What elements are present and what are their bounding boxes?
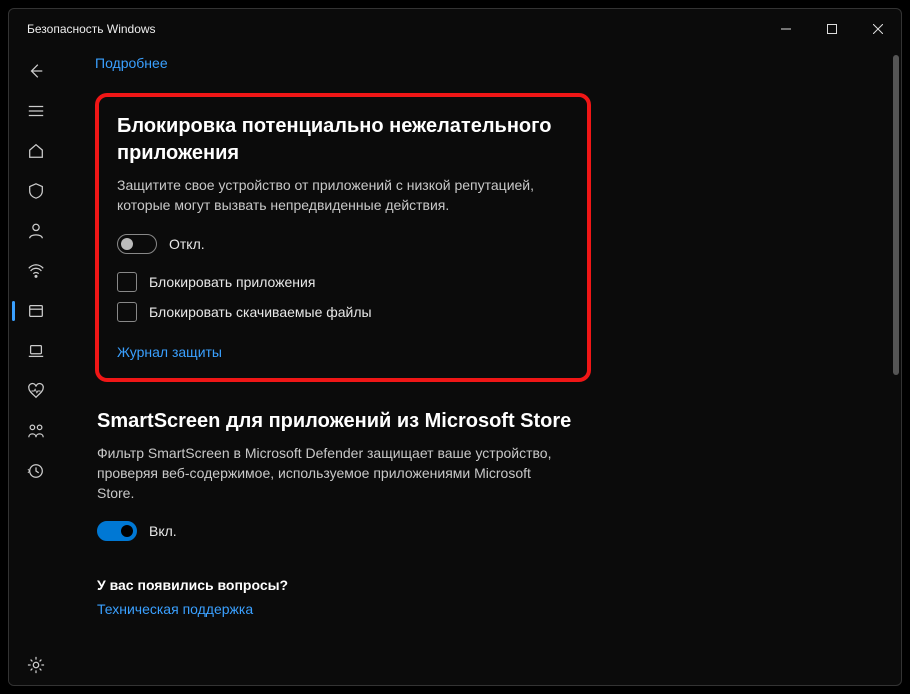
shield-icon	[27, 182, 45, 200]
sidebar-item-settings[interactable]	[12, 645, 60, 685]
pua-toggle[interactable]	[117, 234, 157, 254]
smartscreen-title: SmartScreen для приложений из Microsoft …	[97, 408, 613, 435]
block-downloads-row: Блокировать скачиваемые файлы	[117, 302, 569, 322]
scrollbar[interactable]	[893, 55, 899, 679]
minimize-button[interactable]	[763, 9, 809, 49]
minimize-icon	[781, 24, 791, 34]
sidebar-item-history[interactable]	[12, 451, 60, 491]
pua-toggle-label: Откл.	[169, 236, 205, 252]
sidebar-item-device-security[interactable]	[12, 331, 60, 371]
sidebar-item-virus[interactable]	[12, 171, 60, 211]
smartscreen-toggle-row: Вкл.	[97, 521, 613, 541]
pua-title: Блокировка потенциально нежелательного п…	[117, 113, 569, 167]
sidebar-item-account[interactable]	[12, 211, 60, 251]
family-icon	[27, 422, 45, 440]
heart-icon	[27, 382, 45, 400]
scrollbar-thumb[interactable]	[893, 55, 899, 375]
wifi-icon	[27, 262, 45, 280]
app-window: Безопасность Windows	[8, 8, 902, 686]
pua-toggle-row: Откл.	[117, 234, 569, 254]
smartscreen-toggle-label: Вкл.	[149, 523, 177, 539]
back-button[interactable]	[12, 51, 60, 91]
sidebar-item-family[interactable]	[12, 411, 60, 451]
menu-button[interactable]	[12, 91, 60, 131]
hamburger-icon	[27, 102, 45, 120]
more-link[interactable]: Подробнее	[95, 55, 168, 71]
smartscreen-description: Фильтр SmartScreen в Microsoft Defender …	[97, 443, 557, 504]
close-icon	[873, 24, 883, 34]
sidebar-item-performance[interactable]	[12, 371, 60, 411]
block-downloads-checkbox[interactable]	[117, 302, 137, 322]
sidebar-item-app-browser[interactable]	[12, 291, 60, 331]
sidebar	[9, 49, 63, 685]
arrow-left-icon	[27, 62, 45, 80]
close-button[interactable]	[855, 9, 901, 49]
app-browser-icon	[27, 302, 45, 320]
block-apps-label: Блокировать приложения	[149, 274, 315, 290]
sidebar-item-firewall[interactable]	[12, 251, 60, 291]
support-link[interactable]: Техническая поддержка	[97, 601, 253, 617]
gear-icon	[27, 656, 45, 674]
window-body: Подробнее Блокировка потенциально нежела…	[9, 49, 901, 685]
smartscreen-toggle[interactable]	[97, 521, 137, 541]
pua-blocking-section: Блокировка потенциально нежелательного п…	[95, 93, 591, 382]
maximize-icon	[827, 24, 837, 34]
block-downloads-label: Блокировать скачиваемые файлы	[149, 304, 372, 320]
help-title: У вас появились вопросы?	[97, 577, 613, 593]
sidebar-item-home[interactable]	[12, 131, 60, 171]
person-icon	[27, 222, 45, 240]
home-icon	[27, 142, 45, 160]
main-content: Подробнее Блокировка потенциально нежела…	[63, 49, 901, 685]
titlebar: Безопасность Windows	[9, 9, 901, 49]
smartscreen-section: SmartScreen для приложений из Microsoft …	[95, 408, 615, 620]
block-apps-checkbox[interactable]	[117, 272, 137, 292]
window-title: Безопасность Windows	[27, 22, 156, 36]
help-section: У вас появились вопросы? Техническая под…	[97, 577, 613, 619]
laptop-icon	[27, 342, 45, 360]
maximize-button[interactable]	[809, 9, 855, 49]
pua-description: Защитите свое устройство от приложений с…	[117, 175, 569, 216]
block-apps-row: Блокировать приложения	[117, 272, 569, 292]
history-icon	[27, 462, 45, 480]
protection-history-link[interactable]: Журнал защиты	[117, 344, 222, 360]
